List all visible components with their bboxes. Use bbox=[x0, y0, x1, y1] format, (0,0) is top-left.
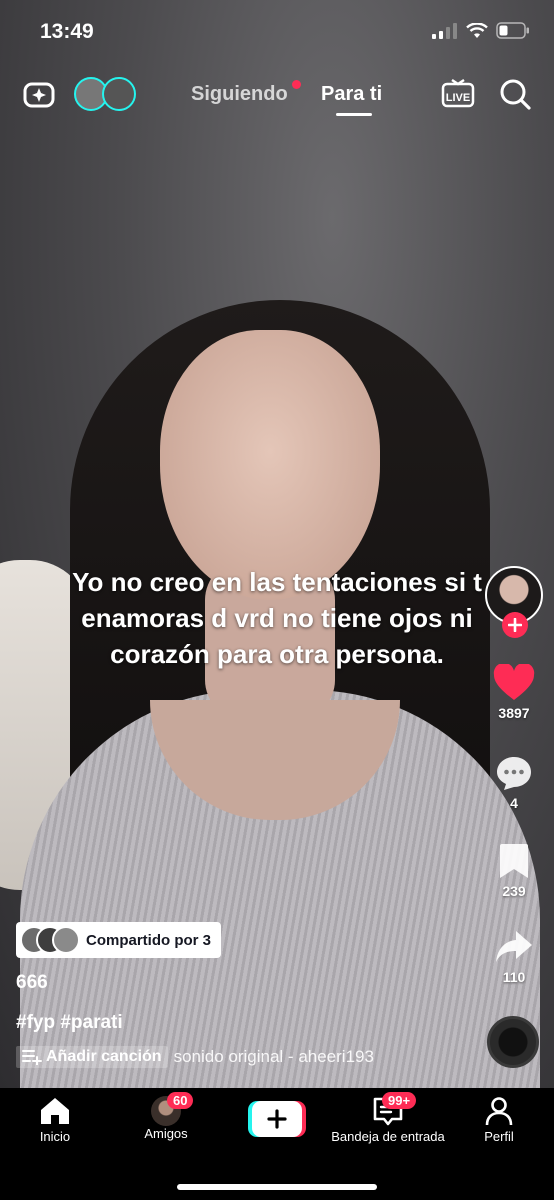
shared-by-label: Compartido por 3 bbox=[86, 931, 212, 949]
nav-home-label: Inicio bbox=[39, 1129, 71, 1144]
comment-count: 4 bbox=[510, 795, 518, 811]
home-icon bbox=[41, 1098, 69, 1124]
creator-username[interactable]: 666 bbox=[16, 972, 48, 994]
music-row: Añadir canción sonido original - aheeri1… bbox=[16, 1046, 374, 1068]
inbox-badge: 99+ bbox=[382, 1092, 417, 1109]
create-effects-icon[interactable] bbox=[22, 77, 56, 111]
like-action[interactable]: 3897 bbox=[484, 662, 544, 721]
profile-icon bbox=[485, 1097, 513, 1126]
shared-by-avatars bbox=[20, 926, 80, 954]
search-icon[interactable] bbox=[498, 77, 532, 111]
nav-inbox-label: Bandeja de entrada bbox=[331, 1129, 445, 1144]
svg-text:LIVE: LIVE bbox=[446, 92, 470, 104]
top-bar: Siguiendo Para ti LIVE bbox=[0, 75, 554, 116]
video-overlay-text: Yo no creo en las tentaciones si t enamo… bbox=[72, 567, 482, 669]
home-indicator bbox=[177, 1184, 377, 1190]
plus-icon bbox=[267, 1109, 287, 1129]
tab-for-you[interactable]: Para ti bbox=[321, 83, 382, 106]
friends-badge: 60 bbox=[167, 1092, 194, 1109]
battery-icon bbox=[496, 22, 529, 39]
comment-icon[interactable] bbox=[494, 754, 534, 792]
music-disc-icon[interactable] bbox=[487, 1016, 539, 1068]
share-action[interactable]: 110 bbox=[484, 928, 544, 985]
active-tab-indicator bbox=[336, 113, 372, 116]
friends-stories-avatars[interactable] bbox=[74, 77, 136, 111]
avatar bbox=[52, 926, 80, 954]
signal-icon bbox=[432, 22, 457, 39]
hashtags[interactable]: #fyp #parati bbox=[16, 1012, 123, 1034]
add-to-playlist-icon bbox=[22, 1050, 42, 1065]
plus-icon bbox=[508, 618, 522, 632]
live-icon[interactable]: LIVE bbox=[440, 75, 476, 111]
create-button[interactable] bbox=[248, 1101, 306, 1137]
add-song-button[interactable]: Añadir canción bbox=[16, 1046, 168, 1068]
nav-profile[interactable]: Perfil bbox=[474, 1096, 524, 1144]
follow-plus-button[interactable] bbox=[502, 612, 528, 638]
status-time: 13:49 bbox=[40, 20, 94, 43]
status-icons bbox=[432, 22, 530, 39]
following-notification-dot bbox=[292, 80, 301, 89]
nav-friends-label: Amigos bbox=[144, 1126, 188, 1141]
save-count: 239 bbox=[502, 883, 526, 899]
like-count: 3897 bbox=[498, 705, 530, 721]
shared-by-pill[interactable]: Compartido por 3 bbox=[16, 922, 222, 958]
nav-home[interactable]: Inicio bbox=[30, 1096, 80, 1144]
video-subject-face bbox=[160, 330, 380, 600]
tab-following[interactable]: Siguiendo bbox=[191, 83, 288, 106]
comment-action[interactable]: 4 bbox=[484, 754, 544, 811]
share-count: 110 bbox=[502, 969, 526, 985]
save-action[interactable]: 239 bbox=[484, 842, 544, 899]
nav-profile-label: Perfil bbox=[484, 1129, 514, 1144]
sound-name[interactable]: sonido original - aheeri193 bbox=[174, 1047, 374, 1067]
bookmark-icon[interactable] bbox=[498, 842, 530, 880]
share-icon[interactable] bbox=[494, 928, 534, 966]
creator-avatar-group[interactable] bbox=[484, 566, 544, 638]
heart-icon[interactable] bbox=[493, 662, 535, 702]
add-song-label: Añadir canción bbox=[46, 1048, 162, 1065]
wifi-icon bbox=[466, 22, 488, 38]
